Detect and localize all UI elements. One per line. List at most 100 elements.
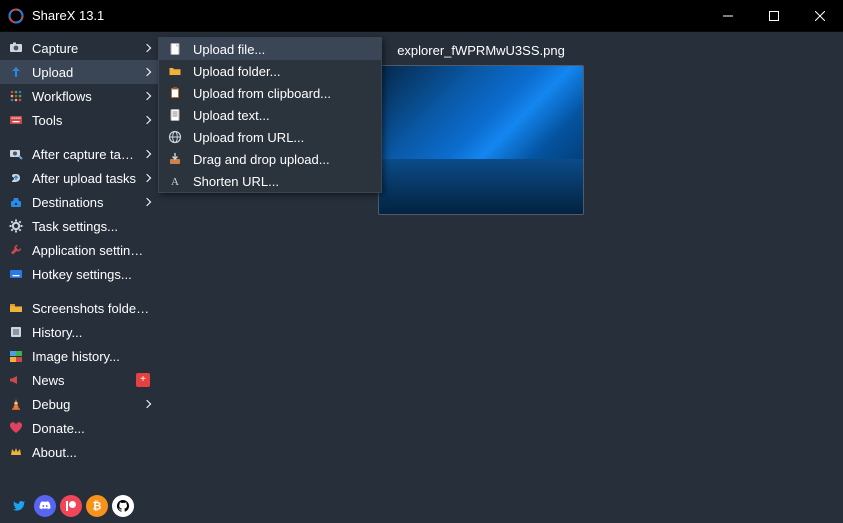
sidebar-item-tools[interactable]: Tools [0,108,158,132]
after-capture-icon [8,146,24,162]
thumbnail[interactable]: explorer_fWPRMwU3SS.png [378,40,584,215]
sidebar-item-screenshots-folder[interactable]: Screenshots folder... [0,296,158,320]
thumbnail-title: explorer_fWPRMwU3SS.png [378,40,584,61]
sidebar-item-label: Upload [32,65,140,80]
destinations-icon [8,194,24,210]
submenu-item-upload-folder[interactable]: Upload folder... [159,60,381,82]
discord-icon[interactable] [34,495,56,517]
folder-icon [8,300,24,316]
submenu-item-upload-from-clipboard[interactable]: Upload from clipboard... [159,82,381,104]
sidebar-item-label: History... [32,325,150,340]
svg-text:₿: ₿ [93,501,102,513]
folder-yellow-icon [167,63,183,79]
sidebar-item-label: Application settings... [32,243,150,258]
window-controls [705,0,843,32]
sidebar-item-label: News [32,373,132,388]
sidebar-item-label: Debug [32,397,140,412]
sidebar-item-after-upload-tasks[interactable]: After upload tasks [0,166,158,190]
github-icon[interactable] [112,495,134,517]
submenu-arrow-icon [143,198,151,206]
sidebar-item-task-settings[interactable]: Task settings... [0,214,158,238]
sidebar-item-label: After capture tasks [32,147,140,162]
sidebar-item-label: Destinations [32,195,140,210]
workflows-icon [8,88,24,104]
svg-text:A: A [171,176,179,188]
sharex-logo-icon [8,8,24,24]
history-icon [8,324,24,340]
patreon-icon[interactable] [60,495,82,517]
heart-icon [8,420,24,436]
sidebar-item-debug[interactable]: Debug [0,392,158,416]
submenu-item-drag-and-drop-upload[interactable]: Drag and drop upload... [159,148,381,170]
sidebar-item-label: About... [32,445,150,460]
keyboard-icon [8,112,24,128]
upload-submenu: Upload file... Upload folder... Upload fro… [158,37,382,193]
sidebar-item-label: Hotkey settings... [32,267,150,282]
sidebar-item-donate[interactable]: Donate... [0,416,158,440]
sidebar-item-destinations[interactable]: Destinations [0,190,158,214]
sidebar-item-news[interactable]: News + [0,368,158,392]
submenu-arrow-icon [143,116,151,124]
sidebar-item-label: Screenshots folder... [32,301,150,316]
image-history-icon [8,348,24,364]
after-upload-icon [8,170,24,186]
sidebar-item-label: After upload tasks [32,171,140,186]
submenu-arrow-icon [143,150,151,158]
sidebar-item-label: Task settings... [32,219,150,234]
submenu-arrow-icon [143,174,151,182]
twitter-icon[interactable] [8,495,30,517]
submenu-item-label: Upload from clipboard... [193,86,373,101]
submenu-item-label: Upload text... [193,108,373,123]
sidebar-item-upload[interactable]: Upload [0,60,158,84]
news-badge: + [136,373,150,387]
app-window: ShareX 13.1 Capture Upload Workflows Tools A… [0,0,843,523]
bitcoin-icon[interactable]: ₿ [86,495,108,517]
clipboard-icon [167,85,183,101]
sidebar-item-hotkey-settings[interactable]: Hotkey settings... [0,262,158,286]
submenu-item-upload-file[interactable]: Upload file... [159,38,381,60]
submenu-item-label: Upload folder... [193,64,373,79]
globe-icon [167,129,183,145]
maximize-button[interactable] [751,0,797,32]
cone-icon [8,396,24,412]
submenu-arrow-icon [143,44,151,52]
sidebar-item-image-history[interactable]: Image history... [0,344,158,368]
letter-a-icon: A [167,173,183,189]
sidebar-item-label: Donate... [32,421,150,436]
body: Capture Upload Workflows Tools After capture… [0,32,843,523]
thumbnail-image[interactable] [378,65,584,215]
sidebar-item-label: Workflows [32,89,140,104]
crown-icon [8,444,24,460]
submenu-item-upload-text[interactable]: Upload text... [159,104,381,126]
window-title: ShareX 13.1 [32,8,104,23]
sidebar-item-label: Tools [32,113,140,128]
tray-icon [167,151,183,167]
submenu-item-label: Drag and drop upload... [193,152,373,167]
sidebar-item-application-settings[interactable]: Application settings... [0,238,158,262]
wrench-icon [8,242,24,258]
keyboard-blue-icon [8,266,24,282]
text-icon [167,107,183,123]
sidebar-item-history[interactable]: History... [0,320,158,344]
sidebar-item-capture[interactable]: Capture [0,36,158,60]
camera-icon [8,40,24,56]
submenu-item-shorten-url[interactable]: A Shorten URL... [159,170,381,192]
submenu-arrow-icon [143,400,151,408]
submenu-item-upload-from-url[interactable]: Upload from URL... [159,126,381,148]
sidebar-item-label: Image history... [32,349,150,364]
gear-icon [8,218,24,234]
titlebar: ShareX 13.1 [0,0,843,32]
sidebar: Capture Upload Workflows Tools After capture… [0,32,158,523]
sidebar-item-about[interactable]: About... [0,440,158,464]
upload-arrow-icon [8,64,24,80]
sidebar-item-label: Capture [32,41,140,56]
sidebar-item-workflows[interactable]: Workflows [0,84,158,108]
submenu-item-label: Shorten URL... [193,174,373,189]
sidebar-item-after-capture-tasks[interactable]: After capture tasks [0,142,158,166]
close-button[interactable] [797,0,843,32]
submenu-arrow-icon [143,92,151,100]
minimize-button[interactable] [705,0,751,32]
social-row: ₿ [0,489,158,523]
file-icon [167,41,183,57]
submenu-item-label: Upload from URL... [193,130,373,145]
